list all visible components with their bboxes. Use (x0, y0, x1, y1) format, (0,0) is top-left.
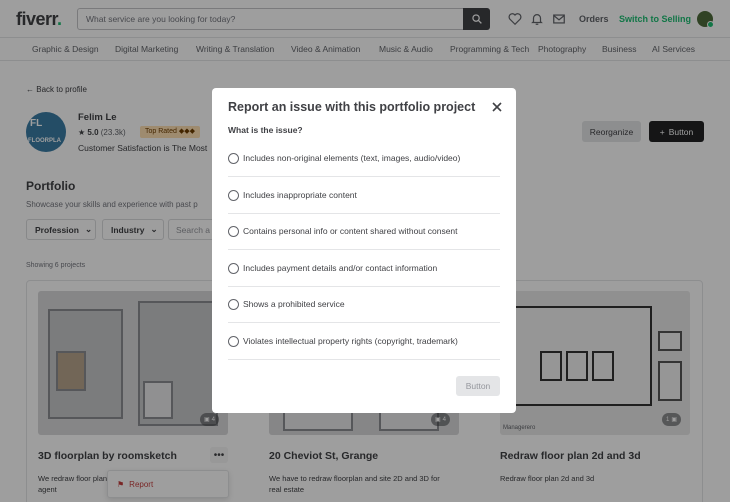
submit-report-button[interactable]: Button (456, 376, 500, 396)
radio-button[interactable] (228, 152, 239, 164)
issue-option[interactable]: Shows a prohibited service (228, 286, 500, 323)
radio-button[interactable] (228, 298, 239, 310)
report-issue-modal: Report an issue with this portfolio proj… (212, 88, 516, 413)
radio-button[interactable] (228, 335, 239, 347)
radio-button[interactable] (228, 225, 239, 237)
issue-option[interactable]: Includes inappropriate content (228, 177, 500, 214)
issue-option[interactable]: Includes non-original elements (text, im… (228, 140, 500, 177)
modal-question: What is the issue? (228, 125, 303, 135)
radio-button[interactable] (228, 262, 239, 274)
issue-option[interactable]: Includes payment details and/or contact … (228, 250, 500, 287)
close-icon[interactable] (490, 100, 504, 114)
radio-button[interactable] (228, 189, 239, 201)
modal-title: Report an issue with this portfolio proj… (228, 100, 476, 114)
issue-option[interactable]: Violates intellectual property rights (c… (228, 323, 500, 360)
issue-option[interactable]: Contains personal info or content shared… (228, 213, 500, 250)
